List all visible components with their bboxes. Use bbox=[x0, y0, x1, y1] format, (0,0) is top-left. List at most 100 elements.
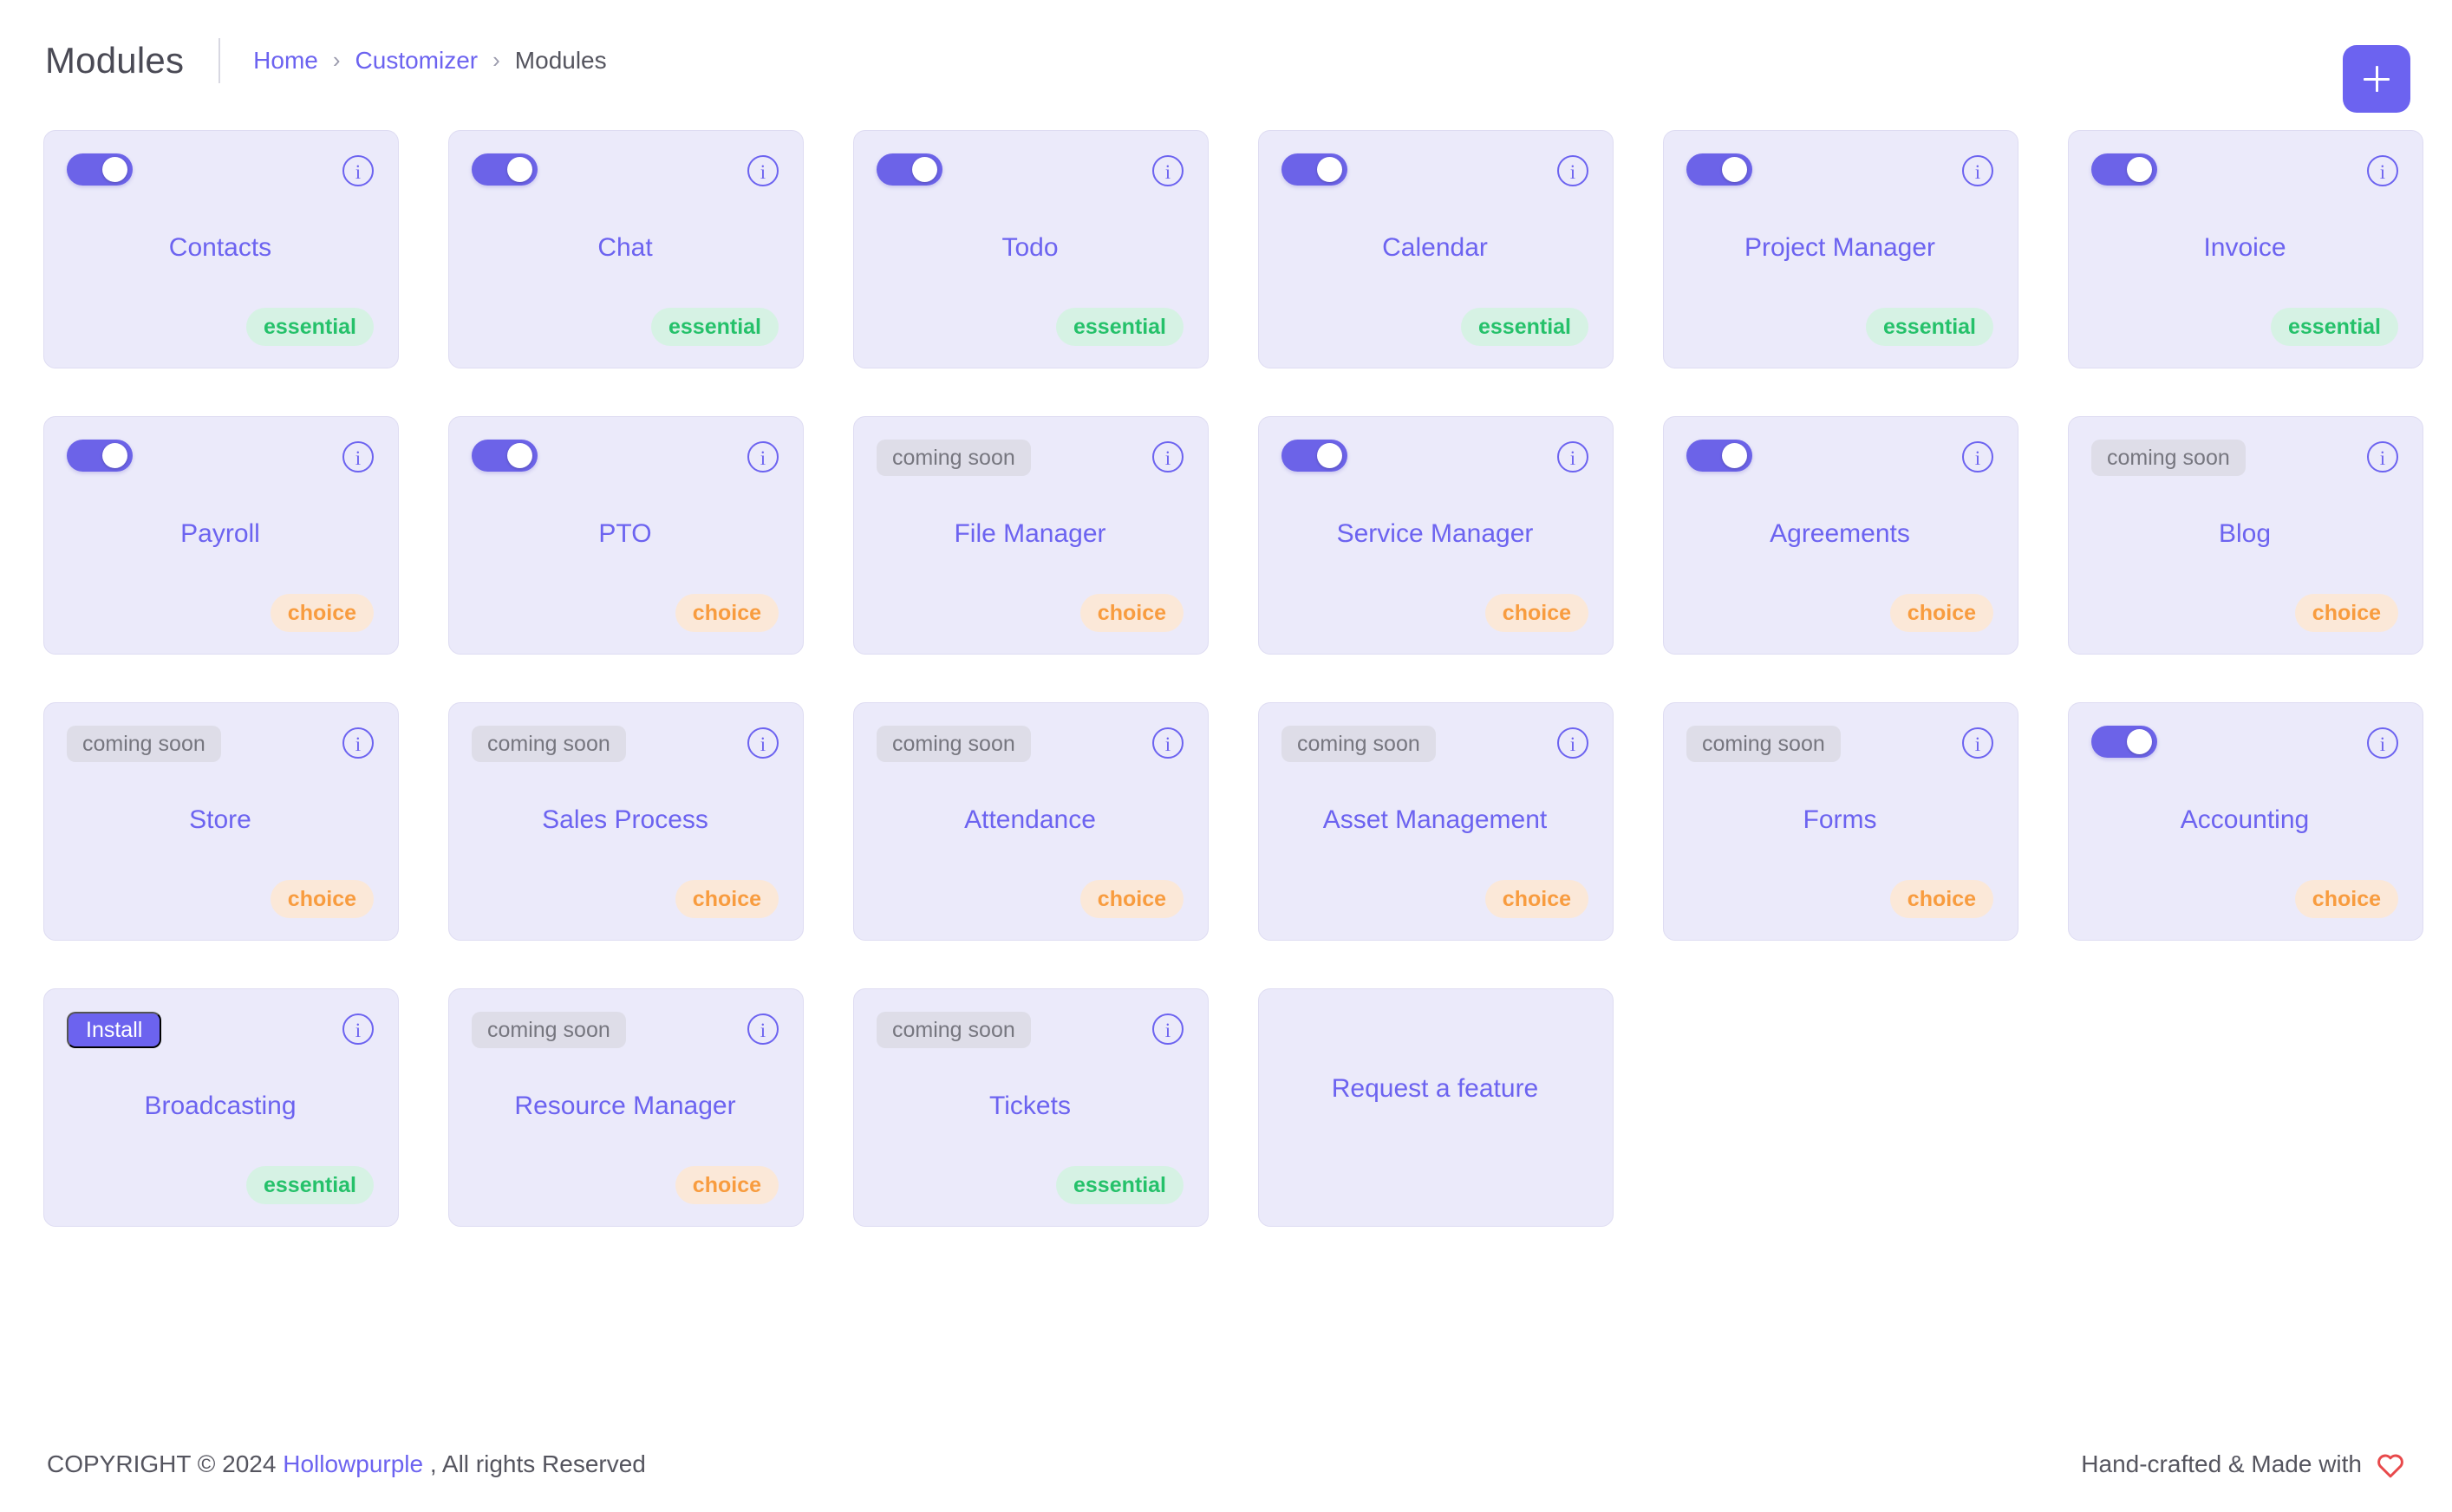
brand-link[interactable]: Hollowpurple bbox=[283, 1450, 423, 1477]
module-card-contacts[interactable]: i Contacts essential bbox=[43, 130, 399, 368]
module-toggle-payroll[interactable] bbox=[67, 440, 133, 472]
module-card-forms[interactable]: coming soon i Forms choice bbox=[1663, 702, 2018, 941]
module-card-accounting[interactable]: i Accounting choice bbox=[2068, 702, 2423, 941]
module-tag-choice: choice bbox=[2294, 880, 2398, 918]
module-card-agreements[interactable]: i Agreements choice bbox=[1663, 416, 2018, 655]
info-icon[interactable]: i bbox=[747, 155, 779, 186]
module-card-pto[interactable]: i PTO choice bbox=[448, 416, 804, 655]
breadcrumb-item-home[interactable]: Home bbox=[253, 47, 318, 75]
info-icon[interactable]: i bbox=[342, 441, 374, 472]
toggle-knob bbox=[1317, 157, 1342, 182]
module-card-broadcasting[interactable]: Install i Broadcasting essential bbox=[43, 988, 399, 1227]
module-card-calendar[interactable]: i Calendar essential bbox=[1258, 130, 1614, 368]
card-header: i bbox=[67, 153, 374, 192]
module-toggle-pto[interactable] bbox=[472, 440, 538, 472]
card-header: i bbox=[2091, 726, 2398, 764]
module-toggle-service-manager[interactable] bbox=[1281, 440, 1347, 472]
info-icon[interactable]: i bbox=[747, 727, 779, 759]
module-toggle-contacts[interactable] bbox=[67, 153, 133, 186]
page-footer: COPYRIGHT © 2024 Hollowpurple , All righ… bbox=[0, 1417, 2452, 1512]
module-title-payroll: Payroll bbox=[180, 518, 260, 548]
module-toggle-todo[interactable] bbox=[877, 153, 942, 186]
card-footer: choice bbox=[1686, 879, 1993, 919]
module-card-sales-process[interactable]: coming soon i Sales Process choice bbox=[448, 702, 804, 941]
module-card-service-manager[interactable]: i Service Manager choice bbox=[1258, 416, 1614, 655]
card-header: i bbox=[472, 153, 779, 192]
install-button-broadcasting[interactable]: Install bbox=[67, 1012, 162, 1048]
module-card-asset-management[interactable]: coming soon i Asset Management choice bbox=[1258, 702, 1614, 941]
card-footer: essential bbox=[1281, 307, 1588, 347]
breadcrumb-item-customizer[interactable]: Customizer bbox=[355, 47, 479, 75]
breadcrumb-separator: › bbox=[332, 46, 341, 73]
copyright-suffix: , All rights Reserved bbox=[429, 1450, 646, 1477]
module-card-invoice[interactable]: i Invoice essential bbox=[2068, 130, 2423, 368]
module-card-payroll[interactable]: i Payroll choice bbox=[43, 416, 399, 655]
module-tag-choice: choice bbox=[1889, 880, 1993, 918]
coming-soon-badge: coming soon bbox=[877, 1012, 1031, 1048]
module-title-resource-manager: Resource Manager bbox=[514, 1091, 736, 1120]
module-card-store[interactable]: coming soon i Store choice bbox=[43, 702, 399, 941]
info-icon[interactable]: i bbox=[2367, 727, 2398, 759]
info-icon[interactable]: i bbox=[1152, 441, 1184, 472]
card-footer: choice bbox=[2091, 879, 2398, 919]
module-toggle-invoice[interactable] bbox=[2091, 153, 2157, 186]
info-icon[interactable]: i bbox=[1557, 727, 1588, 759]
info-icon[interactable]: i bbox=[1152, 1013, 1184, 1045]
info-icon-glyph: i bbox=[760, 160, 766, 183]
module-card-todo[interactable]: i Todo essential bbox=[853, 130, 1209, 368]
info-icon[interactable]: i bbox=[747, 441, 779, 472]
module-card-blog[interactable]: coming soon i Blog choice bbox=[2068, 416, 2423, 655]
info-icon[interactable]: i bbox=[1557, 155, 1588, 186]
module-card-project-manager[interactable]: i Project Manager essential bbox=[1663, 130, 2018, 368]
info-icon-glyph: i bbox=[2379, 733, 2386, 755]
module-toggle-calendar[interactable] bbox=[1281, 153, 1347, 186]
module-toggle-accounting[interactable] bbox=[2091, 726, 2157, 758]
card-footer: choice bbox=[67, 879, 374, 919]
module-card-resource-manager[interactable]: coming soon i Resource Manager choice bbox=[448, 988, 804, 1227]
module-tag-choice: choice bbox=[1079, 594, 1184, 632]
coming-soon-badge: coming soon bbox=[472, 726, 626, 762]
info-icon[interactable]: i bbox=[1962, 441, 1993, 472]
page-header: Modules Home › Customizer › Modules bbox=[0, 0, 2452, 121]
module-toggle-project-manager[interactable] bbox=[1686, 153, 1752, 186]
info-icon[interactable]: i bbox=[1557, 441, 1588, 472]
made-with-text: Hand-crafted & Made with bbox=[2081, 1450, 2405, 1478]
add-module-button[interactable] bbox=[2343, 45, 2410, 113]
card-header: i bbox=[1686, 440, 1993, 478]
module-tag-essential: essential bbox=[1055, 308, 1184, 346]
info-icon[interactable]: i bbox=[2367, 155, 2398, 186]
module-tag-choice: choice bbox=[1484, 880, 1588, 918]
info-icon[interactable]: i bbox=[342, 1013, 374, 1045]
info-icon[interactable]: i bbox=[342, 727, 374, 759]
info-icon[interactable]: i bbox=[1962, 155, 1993, 186]
plus-icon-vertical bbox=[2375, 66, 2378, 92]
toggle-knob bbox=[507, 157, 532, 182]
module-title-request-a-feature: Request a feature bbox=[1331, 1073, 1539, 1103]
card-header: coming soon i bbox=[1281, 726, 1588, 764]
toggle-knob bbox=[102, 443, 127, 468]
module-card-chat[interactable]: i Chat essential bbox=[448, 130, 804, 368]
module-card-request-a-feature[interactable]: Request a feature bbox=[1258, 988, 1614, 1227]
info-icon[interactable]: i bbox=[747, 1013, 779, 1045]
info-icon[interactable]: i bbox=[2367, 441, 2398, 472]
module-toggle-agreements[interactable] bbox=[1686, 440, 1752, 472]
module-card-attendance[interactable]: coming soon i Attendance choice bbox=[853, 702, 1209, 941]
coming-soon-badge: coming soon bbox=[877, 726, 1031, 762]
card-footer: choice bbox=[472, 879, 779, 919]
card-header: i bbox=[2091, 153, 2398, 192]
info-icon[interactable]: i bbox=[342, 155, 374, 186]
module-tag-essential: essential bbox=[2270, 308, 2398, 346]
toggle-knob bbox=[1722, 443, 1747, 468]
info-icon[interactable]: i bbox=[1152, 727, 1184, 759]
module-title-agreements: Agreements bbox=[1770, 518, 1910, 548]
module-card-file-manager[interactable]: coming soon i File Manager choice bbox=[853, 416, 1209, 655]
module-card-tickets[interactable]: coming soon i Tickets essential bbox=[853, 988, 1209, 1227]
module-toggle-chat[interactable] bbox=[472, 153, 538, 186]
card-header: coming soon i bbox=[67, 726, 374, 764]
info-icon-glyph: i bbox=[2379, 446, 2386, 469]
info-icon-glyph: i bbox=[355, 160, 362, 183]
module-tag-choice: choice bbox=[1484, 594, 1588, 632]
info-icon[interactable]: i bbox=[1152, 155, 1184, 186]
info-icon[interactable]: i bbox=[1962, 727, 1993, 759]
card-footer: essential bbox=[1686, 307, 1993, 347]
